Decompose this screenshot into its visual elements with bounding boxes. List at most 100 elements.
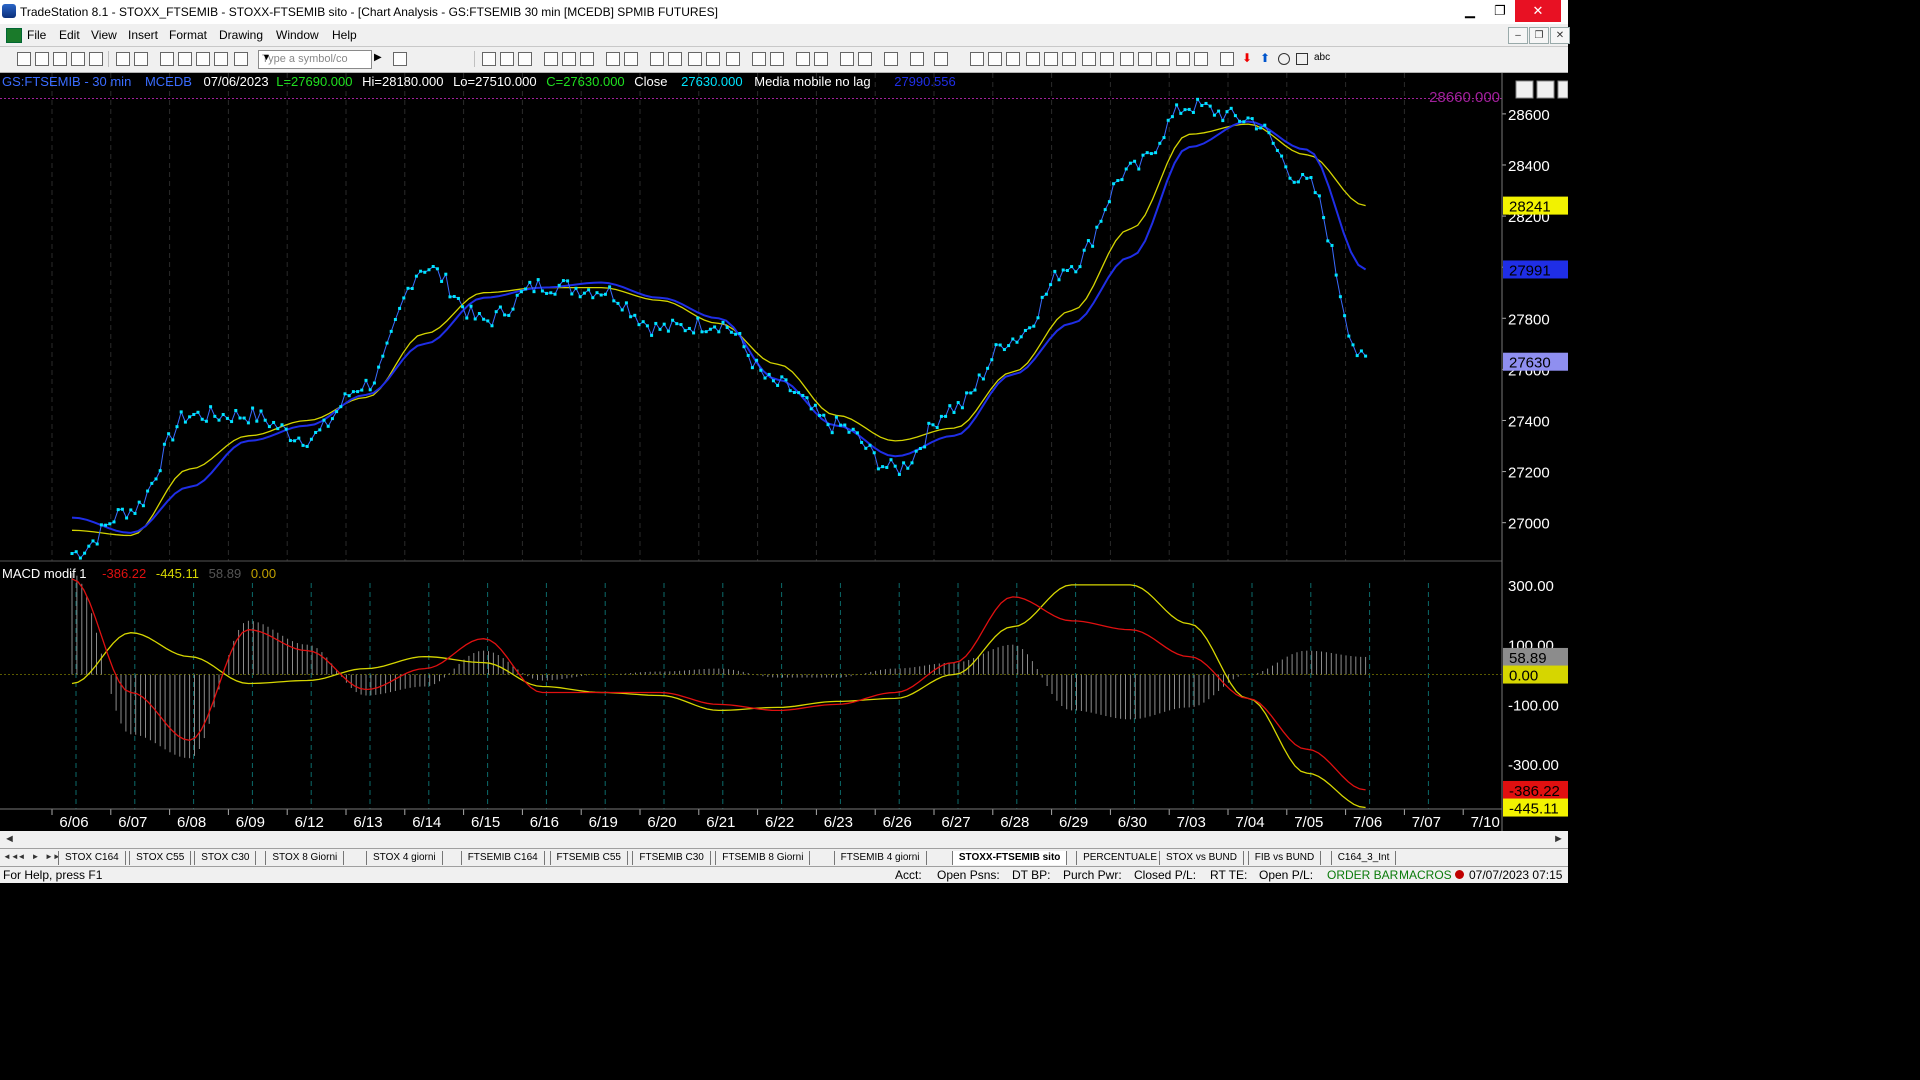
menu-window[interactable]: Window — [276, 28, 319, 42]
chart-analysis-window[interactable]: 2860028400282002800027800276002740027200… — [0, 73, 1568, 831]
chevron-down-icon[interactable]: ▼ — [262, 52, 369, 62]
new-icon[interactable] — [17, 52, 31, 66]
workspace-tab[interactable]: FTSEMIB 8 Giorni — [715, 851, 811, 865]
chart-horizontal-scrollbar[interactable]: ◄ ► — [0, 831, 1568, 848]
pointer-icon[interactable] — [840, 52, 854, 66]
objects-icon[interactable] — [934, 52, 948, 66]
workspace-tab[interactable]: STOX vs BUND — [1159, 851, 1244, 865]
indicator-icon[interactable] — [214, 52, 228, 66]
freehand-icon[interactable] — [1194, 52, 1208, 66]
status-macros[interactable]: MACROS — [1399, 868, 1452, 882]
trendline-icon[interactable] — [970, 52, 984, 66]
print-preview-icon[interactable] — [134, 52, 148, 66]
refresh-icon[interactable] — [580, 52, 594, 66]
alert-icon[interactable] — [910, 52, 924, 66]
subwindow-close-button[interactable] — [1557, 80, 1568, 99]
workspace-tab[interactable]: FTSEMIB C55 — [549, 851, 628, 865]
mdi-close-button[interactable]: ✕ — [1550, 27, 1570, 44]
crosshair-icon[interactable] — [858, 52, 872, 66]
text-tool-icon[interactable]: abc — [1314, 52, 1330, 63]
workspace-tab[interactable]: STOX 8 Giorni — [265, 851, 345, 865]
subwindow-restore-button[interactable] — [1536, 80, 1555, 99]
sell-arrow-icon[interactable]: ⬇ — [1242, 51, 1252, 65]
data-window-icon[interactable] — [770, 52, 784, 66]
buy-arrow-icon[interactable]: ⬆ — [1260, 51, 1270, 65]
workspace-tab[interactable]: STOXX-FTSEMIB sito — [951, 851, 1068, 865]
properties-icon[interactable] — [178, 52, 192, 66]
insert-study-icon[interactable] — [606, 52, 620, 66]
workspace-tab[interactable]: STOX C164 — [58, 851, 126, 865]
tab-nav-last-icon[interactable]: ►► — [45, 852, 61, 862]
compare-icon[interactable] — [562, 52, 576, 66]
rectangle-icon[interactable] — [1296, 53, 1308, 65]
minimize-button[interactable]: ▁ — [1455, 0, 1485, 22]
curve-icon[interactable] — [1220, 52, 1234, 66]
subwindow-minimize-button[interactable] — [1515, 80, 1534, 99]
horizontal-line-icon[interactable] — [1006, 52, 1020, 66]
fibonacci-icon[interactable] — [1044, 52, 1058, 66]
copy-icon[interactable] — [71, 52, 85, 66]
workspace-tab[interactable]: FTSEMIB C30 — [632, 851, 711, 865]
speed-lines-icon[interactable] — [1100, 52, 1114, 66]
lock-icon[interactable] — [196, 52, 210, 66]
parallel-lines-icon[interactable] — [1156, 52, 1170, 66]
menu-file[interactable]: File — [27, 28, 46, 42]
strategy-icon[interactable] — [624, 52, 638, 66]
menu-edit[interactable]: Edit — [59, 28, 80, 42]
globe-icon[interactable] — [234, 52, 248, 66]
workspace-tab[interactable]: FTSEMIB C164 — [460, 851, 545, 865]
gann-icon[interactable] — [1082, 52, 1096, 66]
status-order-bar[interactable]: ORDER BAR — [1327, 868, 1398, 882]
workspace-tab[interactable]: PERCENTUALE — [1076, 851, 1164, 865]
scroll-left-icon[interactable]: ◄ — [4, 833, 15, 845]
scanner-icon[interactable] — [668, 52, 682, 66]
matrix-icon[interactable] — [726, 52, 740, 66]
open-icon[interactable] — [35, 52, 49, 66]
menu-format[interactable]: Format — [169, 28, 207, 42]
mdi-restore-button[interactable]: ❐ — [1529, 27, 1549, 44]
play-arrow-icon[interactable]: ▶ — [374, 52, 382, 63]
ruler-icon[interactable] — [1138, 52, 1152, 66]
vertical-line-icon[interactable] — [988, 52, 1002, 66]
save-icon[interactable] — [89, 52, 103, 66]
chart-canvas[interactable]: 2860028400282002800027800276002740027200… — [0, 73, 1568, 831]
tradebar-icon[interactable] — [688, 52, 702, 66]
candle-chart-icon[interactable] — [500, 52, 514, 66]
symbol-input[interactable]: Type a symbol/co ▼ — [258, 50, 372, 69]
format-icon[interactable] — [160, 52, 174, 66]
workspace-icon[interactable] — [53, 52, 67, 66]
angle-icon[interactable] — [1120, 52, 1134, 66]
mdi-minimize-button[interactable]: – — [1508, 27, 1528, 44]
bar-chart-icon[interactable] — [482, 52, 496, 66]
tools-icon[interactable] — [884, 52, 898, 66]
zoom-in-icon[interactable] — [796, 52, 810, 66]
arc-icon[interactable] — [1176, 52, 1190, 66]
menu-help[interactable]: Help — [332, 28, 357, 42]
workspace-tab[interactable]: FTSEMIB 4 giorni — [833, 851, 927, 865]
workspace-tab[interactable]: C164_3_Int — [1330, 851, 1397, 865]
tab-nav-first-icon[interactable]: ◄◄ — [3, 852, 19, 862]
channel-icon[interactable] — [1026, 52, 1040, 66]
ellipse-icon[interactable] — [1278, 53, 1290, 65]
workspace-tab[interactable]: STOX 4 giorni — [366, 851, 443, 865]
fib-extension-icon[interactable] — [1062, 52, 1076, 66]
maximize-button[interactable]: ❐ — [1485, 0, 1515, 22]
menu-view[interactable]: View — [91, 28, 117, 42]
bar-spacing-icon[interactable] — [752, 52, 766, 66]
workspace-tab[interactable]: STOX C30 — [194, 851, 257, 865]
line-chart-icon[interactable] — [518, 52, 532, 66]
workspace-tab[interactable]: STOX C55 — [129, 851, 192, 865]
menu-insert[interactable]: Insert — [128, 28, 158, 42]
tab-nav-next-icon[interactable]: ► — [31, 852, 40, 862]
analysis-icon[interactable] — [544, 52, 558, 66]
close-button[interactable]: ✕ — [1515, 0, 1561, 22]
symbol-lookup-icon[interactable] — [393, 52, 407, 66]
print-icon[interactable] — [116, 52, 130, 66]
zoom-out-icon[interactable] — [814, 52, 828, 66]
menu-drawing[interactable]: Drawing — [219, 28, 263, 42]
radar-icon[interactable] — [650, 52, 664, 66]
scroll-right-icon[interactable]: ► — [1553, 833, 1564, 845]
tab-nav-prev-icon[interactable]: ◄ — [17, 852, 26, 862]
spread-icon[interactable] — [706, 52, 720, 66]
chart-window-icon[interactable] — [6, 28, 22, 43]
